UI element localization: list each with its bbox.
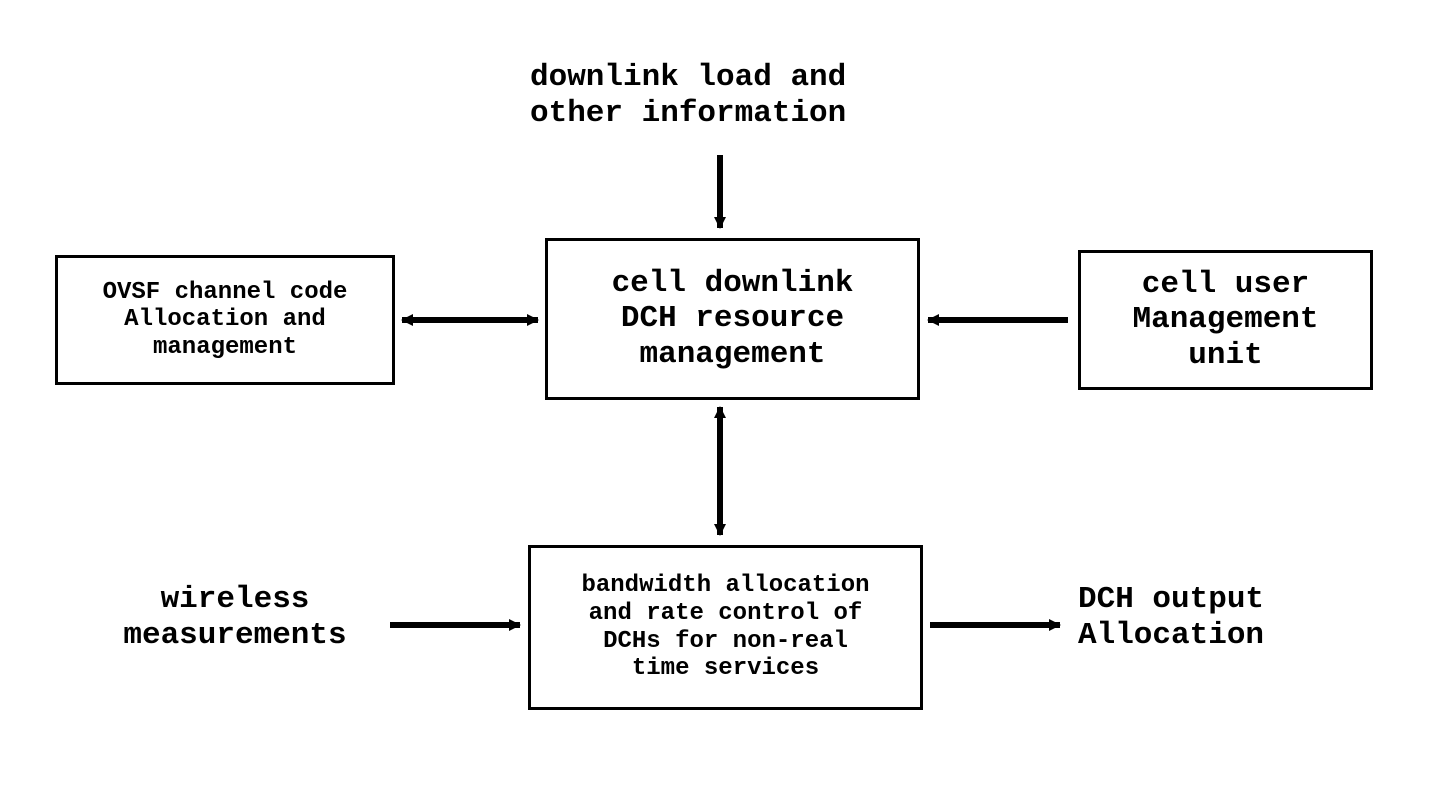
- box-ovsf-text: OVSF channel code Allocation and managem…: [103, 279, 348, 362]
- box-ovsf: OVSF channel code Allocation and managem…: [55, 255, 395, 385]
- box-center: cell downlink DCH resource management: [545, 238, 920, 400]
- box-rate: bandwidth allocation and rate control of…: [528, 545, 923, 710]
- box-rate-text: bandwidth allocation and rate control of…: [581, 572, 869, 682]
- box-user-text: cell user Management unit: [1132, 267, 1318, 374]
- box-center-text: cell downlink DCH resource management: [612, 266, 854, 373]
- label-dch-output: DCH output Allocation: [1078, 582, 1388, 653]
- diagram-stage: downlink load and other information OVSF…: [0, 0, 1433, 803]
- label-wireless: wireless measurements: [95, 582, 375, 653]
- box-user: cell user Management unit: [1078, 250, 1373, 390]
- label-downlink-load: downlink load and other information: [530, 60, 1090, 131]
